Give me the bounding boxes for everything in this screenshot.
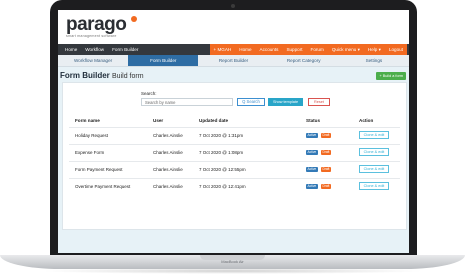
column-header-updated-date: Updated date (199, 118, 229, 123)
date-cell: 7 Oct 2020 @ 1:31pm (199, 133, 244, 138)
form-name-cell: Expense Form (75, 150, 105, 155)
search-input[interactable]: Search by name (141, 98, 233, 106)
table-row: Holiday Request Charles Ainslie 7 Oct 20… (69, 127, 400, 144)
module-tabs: Workflow Manager Form Builder Report Bui… (58, 55, 409, 67)
column-header-status: Status (306, 118, 321, 123)
forms-panel: Search: Search by name Q Search Show tem… (62, 82, 407, 230)
status-badge-draft: Draft (321, 167, 331, 172)
logo-bar: parago smart management software (58, 10, 409, 44)
nav-quick-menu[interactable]: Quick menu ▾ (327, 44, 364, 55)
user-cell: Charles Ainslie (153, 150, 183, 155)
nav-mgah[interactable]: + MGAH (209, 44, 236, 55)
camera-icon (231, 4, 235, 8)
page-title-main: Form Builder (60, 71, 110, 80)
device-label: MacBook Air (221, 259, 244, 264)
date-cell: 7 Oct 2020 @ 1:08pm (199, 150, 244, 155)
page-title: Form Builder Build form (60, 71, 144, 80)
status-badge-active: Active (306, 150, 318, 155)
search-button[interactable]: Q Search (237, 98, 265, 106)
column-header-user: User (153, 118, 164, 123)
clone-edit-button[interactable]: Clone & edit (359, 131, 389, 139)
table-row: Overtime Payment Request Charles Ainslie… (69, 178, 400, 195)
table-row: Form Payment Request Charles Ainslie 7 O… (69, 161, 400, 178)
status-badge-active: Active (306, 167, 318, 172)
nav-workflow[interactable]: Workflow (83, 47, 106, 52)
page-subtitle: Build form (112, 73, 144, 80)
column-header-form-name: Form name (75, 118, 100, 123)
brand-logo[interactable]: parago (66, 14, 127, 36)
tab-report-builder[interactable]: Report Builder (198, 55, 268, 66)
search-label: Search: (141, 91, 157, 96)
table-row: Expense Form Charles Ainslie 7 Oct 2020 … (69, 144, 400, 161)
status-badge-draft: Draft (321, 133, 331, 138)
tab-workflow-manager[interactable]: Workflow Manager (58, 55, 128, 66)
nav-home[interactable]: Home (63, 47, 79, 52)
nav-accounts[interactable]: Accounts (255, 44, 283, 55)
build-form-button[interactable]: + Build a form (376, 72, 406, 80)
nav-support[interactable]: Support (282, 44, 307, 55)
clone-edit-button[interactable]: Clone & edit (359, 148, 389, 156)
page-header: Form Builder Build form + Build a form (58, 69, 409, 83)
show-template-button[interactable]: Show template (268, 98, 303, 106)
column-header-action: Action (359, 118, 374, 123)
clone-edit-button[interactable]: Clone & edit (359, 182, 389, 190)
status-badge-draft: Draft (321, 150, 331, 155)
top-navigation: Home Workflow Form Builder + MGAH Home A… (58, 44, 409, 55)
laptop-screen: parago smart management software Home Wo… (58, 10, 409, 253)
laptop-lid: parago smart management software Home Wo… (50, 0, 417, 257)
form-name-cell: Form Payment Request (75, 167, 123, 172)
nav-forum[interactable]: Forum (306, 44, 328, 55)
form-name-cell: Holiday Request (75, 133, 109, 138)
nav-home-right[interactable]: Home (235, 44, 256, 55)
date-cell: 7 Oct 2020 @ 12:41pm (199, 184, 246, 189)
nav-help[interactable]: Help ▾ (363, 44, 385, 55)
tab-report-category[interactable]: Report Category (269, 55, 339, 66)
date-cell: 7 Oct 2020 @ 12:55pm (199, 167, 246, 172)
user-cell: Charles Ainslie (153, 167, 183, 172)
nav-form-builder[interactable]: Form Builder (110, 47, 140, 52)
brand-tagline: smart management software (66, 34, 117, 38)
nav-logout[interactable]: Logout (384, 44, 407, 55)
status-badge-active: Active (306, 184, 318, 189)
status-badge-active: Active (306, 133, 318, 138)
tab-form-builder[interactable]: Form Builder (128, 55, 199, 66)
form-name-cell: Overtime Payment Request (75, 184, 131, 189)
laptop-base: MacBook Air (0, 255, 465, 269)
status-badge-draft: Draft (321, 184, 331, 189)
clone-edit-button[interactable]: Clone & edit (359, 165, 389, 173)
logo-dot-icon (131, 16, 137, 22)
reset-button[interactable]: Reset (308, 98, 330, 106)
user-cell: Charles Ainslie (153, 133, 183, 138)
tab-settings[interactable]: Settings (339, 55, 409, 66)
user-cell: Charles Ainslie (153, 184, 183, 189)
